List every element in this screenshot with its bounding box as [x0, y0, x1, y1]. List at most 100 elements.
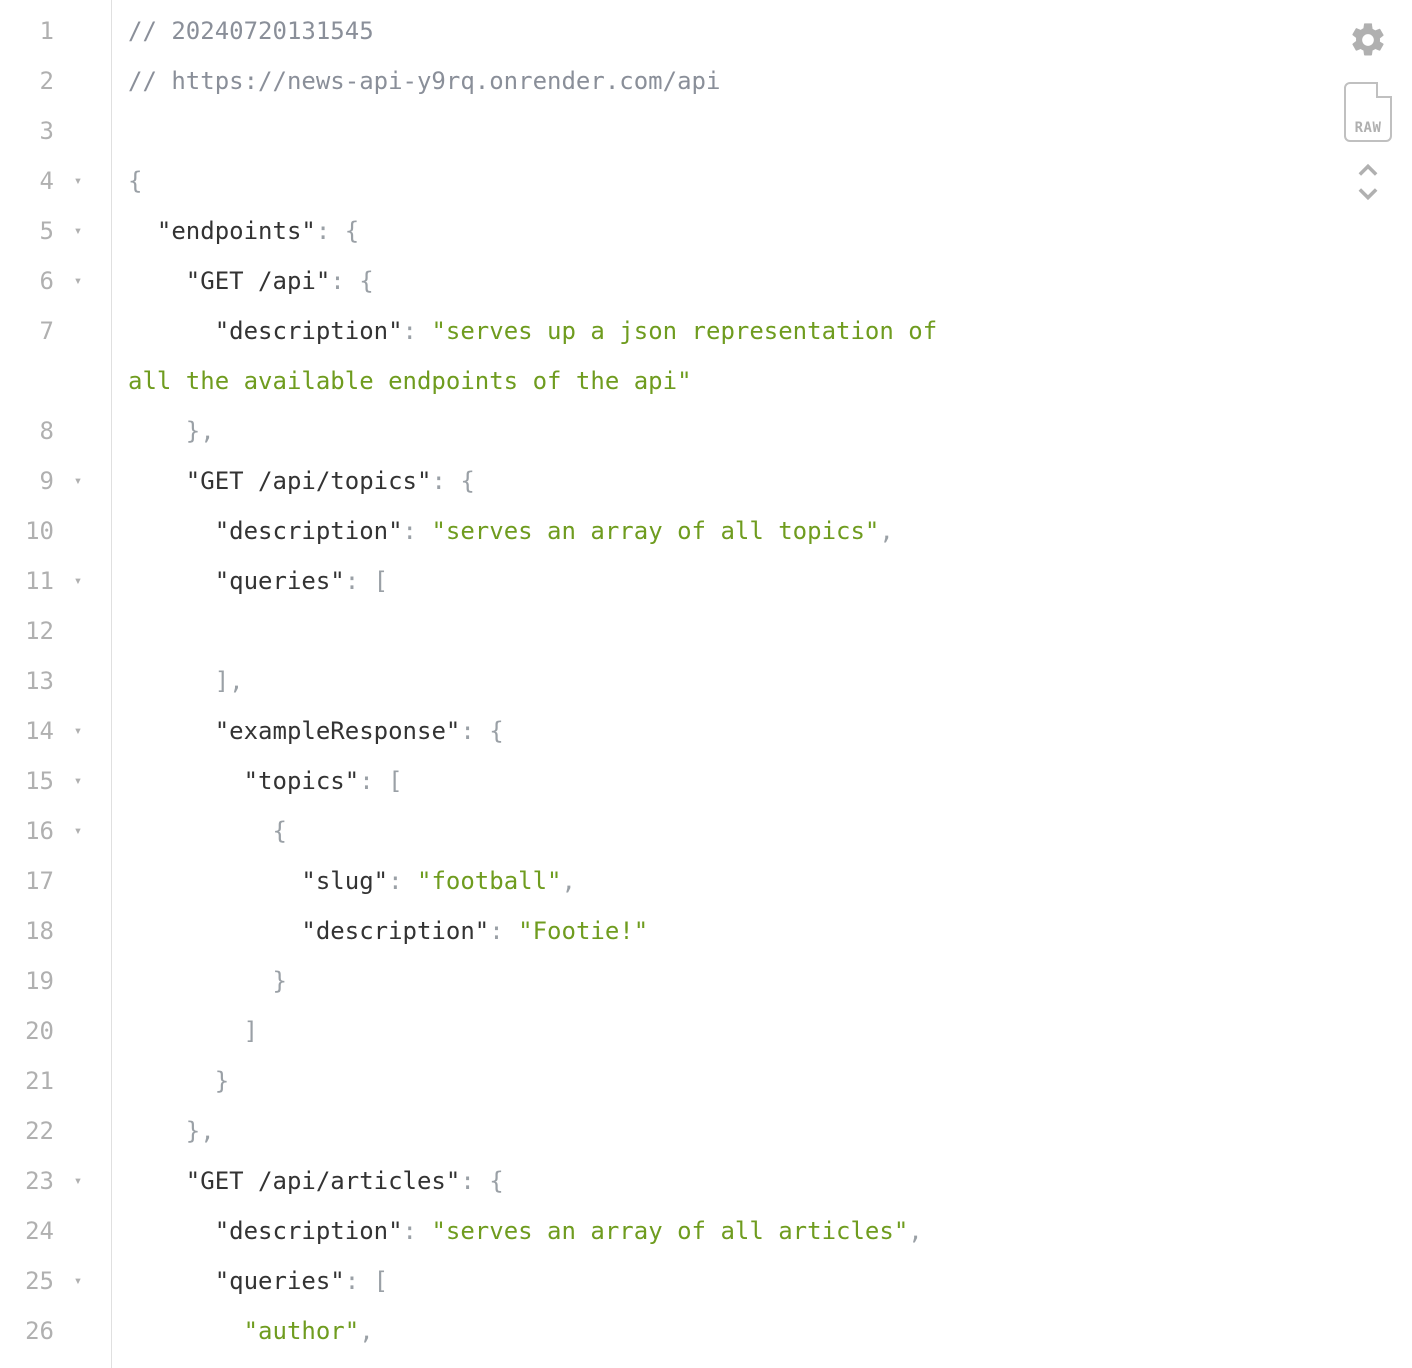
line-number: 26	[0, 1306, 64, 1356]
gutter-row: 5▾	[0, 206, 111, 256]
line-number: 13	[0, 656, 64, 706]
gutter-row: 11▾	[0, 556, 111, 606]
fold-toggle-icon[interactable]: ▾	[64, 756, 92, 806]
fold-toggle-icon[interactable]: ▾	[64, 556, 92, 606]
json-key: "slug"	[301, 867, 388, 895]
line-number-gutter: 1234▾5▾6▾789▾1011▾121314▾15▾16▾171819202…	[0, 0, 112, 1368]
line-number: 24	[0, 1206, 64, 1256]
line-number: 3	[0, 106, 64, 156]
gutter-row: 25▾	[0, 1256, 111, 1306]
line-number: 4	[0, 156, 64, 206]
fold-toggle-icon[interactable]: ▾	[64, 456, 92, 506]
fold-toggle-icon[interactable]: ▾	[64, 1256, 92, 1306]
gutter-row: 13	[0, 656, 111, 706]
gutter-row: 14▾	[0, 706, 111, 756]
line-number: 21	[0, 1056, 64, 1106]
brace: }	[215, 1067, 229, 1095]
gutter-row: 23▾	[0, 1156, 111, 1206]
json-string: "serves an array of all topics"	[431, 517, 879, 545]
line-number: 19	[0, 956, 64, 1006]
line-number: 14	[0, 706, 64, 756]
brace: [	[374, 567, 388, 595]
line-number: 27	[0, 1356, 64, 1368]
gutter-row: 4▾	[0, 156, 111, 206]
brace: [	[374, 1267, 388, 1295]
brace: {	[489, 717, 503, 745]
json-key: "GET /api"	[186, 267, 331, 295]
line-number: 12	[0, 606, 64, 656]
code-line: "queries": [	[128, 556, 1412, 606]
gear-icon[interactable]	[1344, 16, 1392, 64]
fold-toggle-icon[interactable]: ▾	[64, 156, 92, 206]
json-key: "GET /api/topics"	[186, 467, 432, 495]
json-string: "author"	[244, 1317, 360, 1345]
json-key: "description"	[301, 917, 489, 945]
nav-arrows	[1352, 160, 1384, 204]
code-line: "GET /api": {	[128, 256, 1412, 306]
gutter-row: 17	[0, 856, 111, 906]
brace: {	[128, 167, 142, 195]
gutter-row: 26	[0, 1306, 111, 1356]
gutter-row: 2	[0, 56, 111, 106]
code-line: "author",	[128, 1306, 1412, 1356]
fold-toggle-icon[interactable]: ▾	[64, 1156, 92, 1206]
gutter-row: 24	[0, 1206, 111, 1256]
raw-label: RAW	[1355, 120, 1382, 136]
code-line: "exampleResponse": {	[128, 706, 1412, 756]
json-key: "description"	[215, 1217, 403, 1245]
fold-toggle-icon[interactable]: ▾	[64, 806, 92, 856]
json-viewer: 1234▾5▾6▾789▾1011▾121314▾15▾16▾171819202…	[0, 0, 1412, 1368]
viewer-toolbar: RAW	[1344, 16, 1392, 204]
json-key: "endpoints"	[157, 217, 316, 245]
code-line: },	[128, 1106, 1412, 1156]
line-number: 17	[0, 856, 64, 906]
code-line: "description": "Footie!"	[128, 906, 1412, 956]
line-number: 20	[0, 1006, 64, 1056]
code-line: },	[128, 406, 1412, 456]
code-line: "GET /api/articles": {	[128, 1156, 1412, 1206]
fold-toggle-icon[interactable]: ▾	[64, 706, 92, 756]
gutter-row: 22	[0, 1106, 111, 1156]
gutter-row: 10	[0, 506, 111, 556]
json-string: "football"	[417, 867, 562, 895]
gutter-row: 15▾	[0, 756, 111, 806]
brace: {	[460, 467, 474, 495]
code-line: }	[128, 956, 1412, 1006]
fold-toggle-icon[interactable]: ▾	[64, 256, 92, 306]
code-line-continuation: all the available endpoints of the api"	[128, 356, 1412, 406]
code-line: // https://news-api-y9rq.onrender.com/ap…	[128, 56, 1412, 106]
code-line: "description": "serves up a json represe…	[128, 306, 1412, 356]
code-line: "queries": [	[128, 1256, 1412, 1306]
json-key: "description"	[215, 317, 403, 345]
code-line: "slug": "football",	[128, 856, 1412, 906]
code-area[interactable]: // 20240720131545 // https://news-api-y9r…	[112, 0, 1412, 1368]
line-number: 15	[0, 756, 64, 806]
code-line: "GET /api/topics": {	[128, 456, 1412, 506]
gutter-row: 27	[0, 1356, 111, 1368]
gutter-row: 20	[0, 1006, 111, 1056]
line-number: 18	[0, 906, 64, 956]
gutter-row: 12	[0, 606, 111, 656]
comment: // 20240720131545	[128, 17, 374, 45]
line-number: 1	[0, 6, 64, 56]
json-string: "serves an array of all articles"	[431, 1217, 908, 1245]
json-string: all the available endpoints of the api"	[128, 367, 692, 395]
json-key: "queries"	[215, 567, 345, 595]
gutter-row: 9▾	[0, 456, 111, 506]
line-number: 10	[0, 506, 64, 556]
chevron-down-icon[interactable]	[1352, 182, 1384, 204]
json-key: "queries"	[215, 1267, 345, 1295]
line-number: 25	[0, 1256, 64, 1306]
gutter-row: 8	[0, 406, 111, 456]
brace: {	[489, 1167, 503, 1195]
code-line: "endpoints": {	[128, 206, 1412, 256]
raw-button[interactable]: RAW	[1344, 82, 1392, 142]
code-line: "description": "serves an array of all a…	[128, 1206, 1412, 1256]
gutter-row: 21	[0, 1056, 111, 1106]
fold-toggle-icon[interactable]: ▾	[64, 206, 92, 256]
line-number: 9	[0, 456, 64, 506]
code-line: ]	[128, 1006, 1412, 1056]
gutter-row: 7	[0, 306, 111, 356]
code-line: {	[128, 156, 1412, 206]
code-line: // 20240720131545	[128, 6, 1412, 56]
